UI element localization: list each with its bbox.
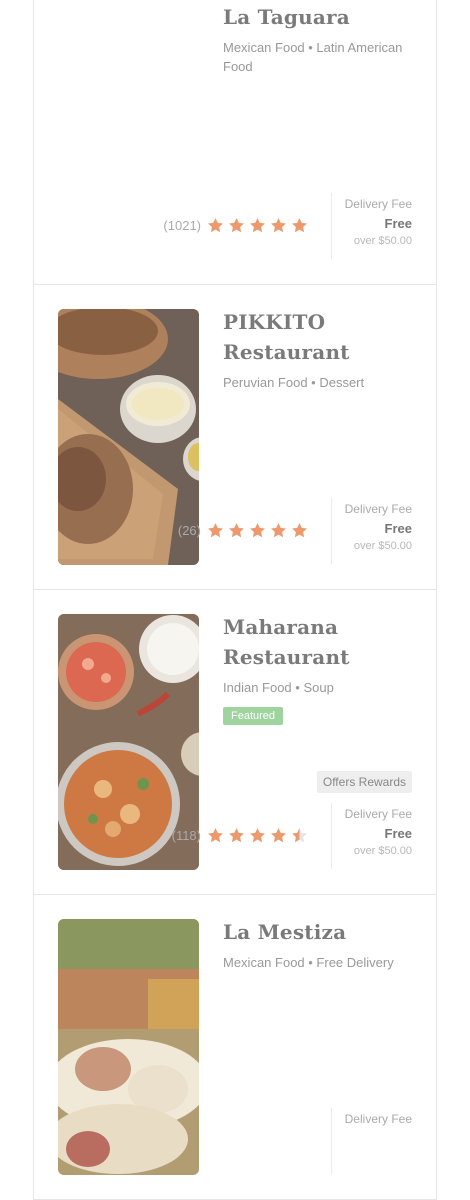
restaurant-card[interactable]: Maharana Restaurant Indian Food • Soup F… [34,590,436,895]
star-icon [250,828,265,843]
rewards-badge: Offers Rewards [316,771,412,793]
restaurant-cuisine: Mexican Food • Free Delivery [223,955,394,970]
delivery-fee: Delivery Fee Free over $50.00 [331,498,412,564]
rating: (26) [178,522,308,539]
restaurant-name[interactable]: Maharana Restaurant [223,612,423,672]
star-icon [229,218,244,233]
star-icon [292,218,307,233]
rating-count: (1021) [163,218,201,233]
star-icon [250,523,265,538]
delivery-fee-value: Free [384,826,412,841]
delivery-fee-minimum: over $50.00 [353,235,412,247]
restaurant-cuisine: Peruvian Food • Dessert [223,375,365,390]
delivery-fee: Delivery Fee Free over $50.00 [331,193,412,259]
star-icon [292,523,307,538]
restaurant-name[interactable]: La Taguara [223,2,423,32]
delivery-fee-label: Delivery Fee [344,807,412,821]
rating-count: (26) [177,523,201,538]
tamales-photo [58,919,199,1175]
delivery-fee-minimum: over $50.00 [353,845,412,857]
restaurant-cuisine: Indian Food • Soup [223,680,334,695]
star-icon [208,828,223,843]
restaurant-name[interactable]: PIKKITO Restaurant [223,307,423,367]
delivery-fee-label: Delivery Fee [344,1112,412,1126]
restaurant-list: La Taguara Mexican Food • Latin American… [33,0,437,1200]
featured-badge: Featured [223,707,284,725]
star-icon [208,218,223,233]
delivery-fee: Delivery Fee [331,1108,412,1174]
restaurant-card[interactable]: La Mestiza Mexican Food • Free Delivery … [34,895,436,1200]
restaurant-name[interactable]: La Mestiza [223,917,423,947]
star-icon [229,523,244,538]
restaurant-image[interactable] [58,919,199,1175]
restaurant-card[interactable]: PIKKITO Restaurant Peruvian Food • Desse… [34,285,436,590]
restaurant-card[interactable]: La Taguara Mexican Food • Latin American… [34,0,436,285]
rating: (1021) [163,217,308,234]
star-icon [271,218,286,233]
restaurant-cuisine: Mexican Food • Latin American Food [223,40,403,74]
rating-count: (118) [171,828,201,843]
delivery-fee-value: Free [384,521,412,536]
star-icon [229,828,244,843]
rating: (118) [172,827,308,844]
star-icon [208,523,223,538]
star-icon [250,218,265,233]
star-icon [271,828,286,843]
delivery-fee-label: Delivery Fee [344,502,412,516]
delivery-fee-value: Free [384,216,412,231]
star-icon [271,523,286,538]
delivery-fee-label: Delivery Fee [344,197,412,211]
delivery-fee-minimum: over $50.00 [353,540,412,552]
half-star-icon [292,828,307,843]
delivery-fee: Delivery Fee Free over $50.00 [331,803,412,869]
